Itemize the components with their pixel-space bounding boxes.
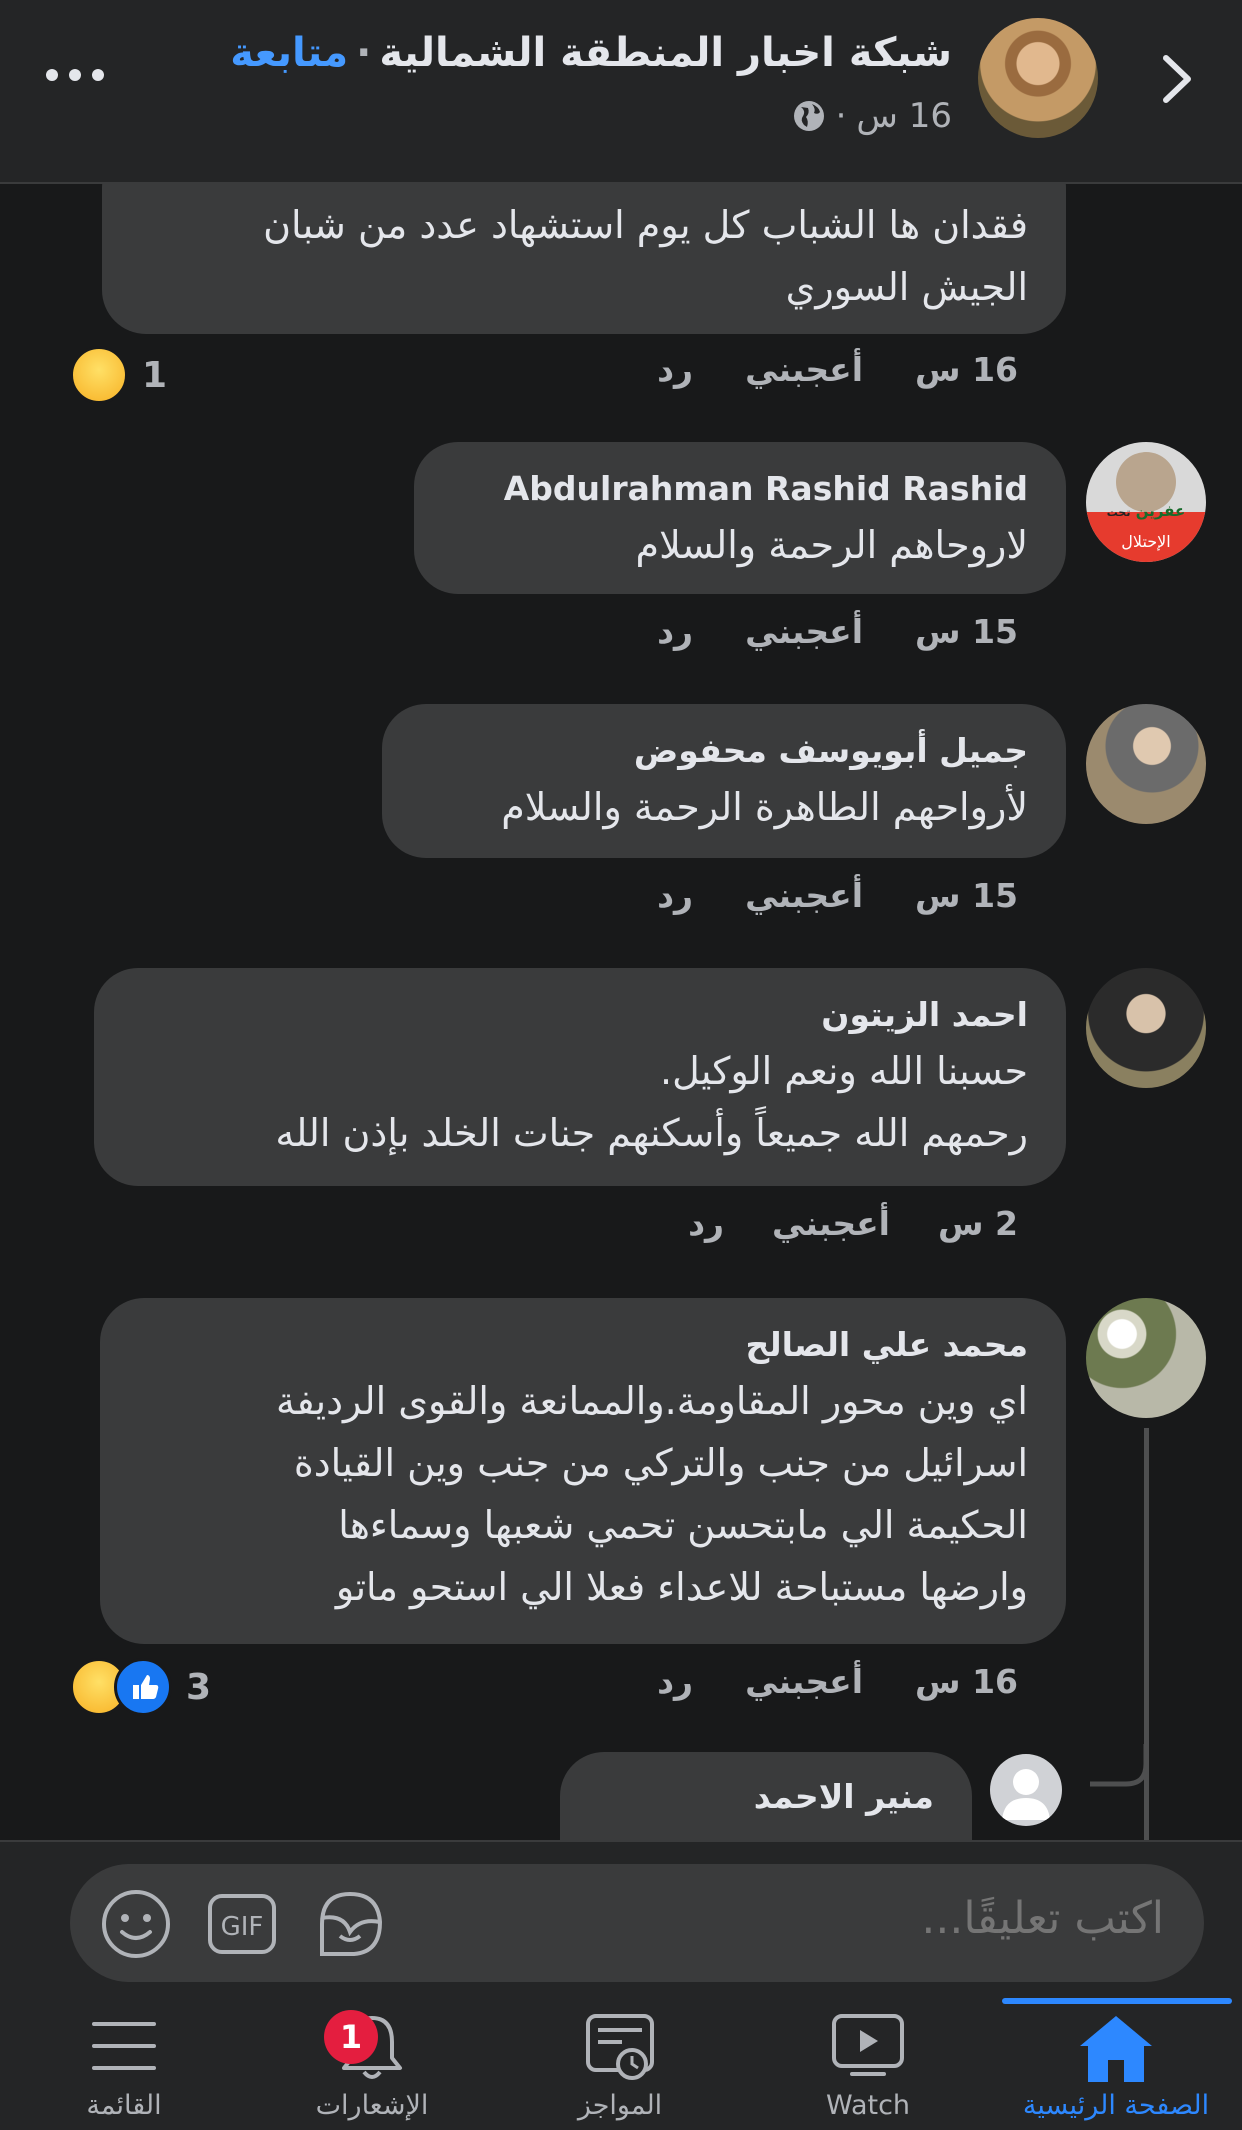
comment-text: لاروحاهم الرحمة والسلام (635, 523, 1028, 567)
default-avatar-icon (1002, 1769, 1050, 1820)
post-time: 16 س (856, 96, 952, 136)
title-separator: · (356, 30, 372, 76)
comment-time: 16 س (915, 350, 1018, 389)
like-button[interactable]: أعجبني (745, 612, 863, 651)
reply-button[interactable]: رد (657, 612, 693, 651)
comment-bubble: جميل أبويوسف محفوض لأرواحهم الطاهرة الرح… (382, 704, 1066, 858)
tab-label: الإشعارات (315, 2090, 429, 2121)
reply-button[interactable]: رد (657, 1662, 693, 1701)
tab-label: المواجز (577, 2090, 663, 2121)
thumbs-up-icon (133, 1675, 159, 1699)
comment-time: 15 س (915, 876, 1018, 915)
comment-actions: 16 س أعجبني رد (657, 350, 1018, 389)
comment-input[interactable] (542, 1892, 1166, 1945)
reply-connector (1090, 1744, 1149, 1787)
comment-author[interactable]: جميل أبويوسف محفوض (420, 726, 1028, 776)
comment-time: 16 س (915, 1662, 1018, 1701)
comment-author[interactable]: منير الاحمد (598, 1772, 934, 1822)
avatar-caption: عفرين تحت (1106, 502, 1186, 520)
reply-button[interactable]: رد (688, 1204, 724, 1243)
tab-watch[interactable]: Watch (758, 1998, 978, 2130)
avatar[interactable] (1086, 1298, 1206, 1418)
smiley-icon (102, 1890, 170, 1958)
comment-composer-bar: GIF (0, 1840, 1242, 2000)
reaction-count: 1 (142, 354, 168, 396)
comment-actions: 15 س أعجبني رد (657, 876, 1018, 915)
tab-label: القائمة (86, 2090, 162, 2121)
tab-home[interactable]: الصفحة الرئيسية (1006, 1998, 1226, 2130)
tab-notifications[interactable]: 1 الإشعارات (262, 1998, 482, 2130)
comment-author[interactable]: محمد علي الصالح (138, 1320, 1028, 1370)
follow-button[interactable]: متابعة (230, 30, 348, 76)
comments-list[interactable]: فقدان ها الشباب كل يوم استشهاد عدد من شب… (0, 184, 1242, 1840)
chevron-right-icon (1163, 55, 1191, 103)
reply-bubble: منير الاحمد (560, 1752, 972, 1840)
comment-author[interactable]: Abdulrahman Rashid Rashid (452, 464, 1028, 514)
like-button[interactable]: أعجبني (745, 876, 863, 915)
like-button[interactable]: أعجبني (745, 1662, 863, 1701)
home-icon (1080, 2016, 1152, 2082)
sticker-icon (320, 1891, 383, 1956)
tab-label: Watch (825, 2090, 911, 2121)
like-button[interactable]: أعجبني (772, 1204, 890, 1243)
bottom-tab-bar: الصفحة الرئيسية Watch المواجز 1 الإشعارا… (0, 1998, 1242, 2130)
comment-text: اي وين محور المقاومة.والممانعة والقوى ال… (275, 1379, 1028, 1609)
comment-bubble: محمد علي الصالح اي وين محور المقاومة.وال… (100, 1298, 1066, 1644)
header-title: شبكة اخبار المنطقة الشمالية·متابعة (230, 30, 952, 76)
tab-label: الصفحة الرئيسية (1022, 2090, 1210, 2121)
emoji-button[interactable] (100, 1888, 172, 1960)
comment-text: حسبنا الله ونعم الوكيل. رحمهم الله جميعا… (275, 1049, 1028, 1155)
comment-bubble: فقدان ها الشباب كل يوم استشهاد عدد من شب… (102, 184, 1066, 334)
page-avatar[interactable] (978, 18, 1098, 138)
notification-badge: 1 (324, 2010, 378, 2064)
meta-separator: · (835, 96, 847, 136)
menu-icon (92, 2022, 156, 2070)
comment-time: 15 س (915, 612, 1018, 651)
tab-menu[interactable]: القائمة (14, 1998, 234, 2130)
comment-text: لأرواحهم الطاهرة الرحمة والسلام (501, 785, 1028, 829)
avatar-caption-2: الإحتلال (1121, 532, 1171, 551)
comment-author[interactable]: احمد الزيتون (132, 990, 1028, 1040)
comment-actions: 16 س أعجبني رد (657, 1662, 1018, 1701)
tab-feeds[interactable]: المواجز (510, 1998, 730, 2130)
comment-bubble: Abdulrahman Rashid Rashid لاروحاهم الرحم… (414, 442, 1066, 594)
more-options-button[interactable] (40, 60, 110, 90)
svg-text:GIF: GIF (221, 1912, 264, 1942)
comment-actions: 15 س أعجبني رد (657, 612, 1018, 651)
reactions[interactable]: 1 (70, 346, 167, 404)
like-button[interactable]: أعجبني (745, 350, 863, 389)
globe-icon (793, 101, 824, 131)
comment-text: فقدان ها الشباب كل يوم استشهاد عدد من شب… (263, 203, 1028, 309)
feeds-icon (586, 2014, 654, 2080)
reply-button[interactable]: رد (657, 876, 693, 915)
post-header: شبكة اخبار المنطقة الشمالية·متابعة 16 س … (0, 0, 1242, 184)
comment-composer: GIF (70, 1864, 1204, 1982)
reactions[interactable]: 3 (70, 1658, 211, 1716)
back-button[interactable] (1144, 44, 1214, 114)
comment-actions: 2 س أعجبني رد (688, 1204, 1018, 1243)
gif-button[interactable]: GIF (206, 1888, 278, 1960)
sticker-button[interactable] (314, 1888, 386, 1960)
reaction-count: 3 (186, 1666, 212, 1708)
page-name[interactable]: شبكة اخبار المنطقة الشمالية (379, 30, 952, 76)
gif-icon: GIF (208, 1894, 276, 1954)
post-meta: 16 س · (792, 96, 952, 136)
reply-avatar[interactable] (990, 1754, 1062, 1826)
avatar[interactable] (1086, 968, 1206, 1088)
watch-icon (832, 2014, 904, 2076)
comment-bubble: احمد الزيتون حسبنا الله ونعم الوكيل. رحم… (94, 968, 1066, 1186)
avatar[interactable]: عفرين تحت الإحتلال (1086, 442, 1206, 562)
avatar[interactable] (1086, 704, 1206, 824)
haha-reaction-icon (70, 346, 128, 404)
more-icon (46, 69, 104, 81)
like-reaction-icon (114, 1658, 172, 1716)
reply-button[interactable]: رد (657, 350, 693, 389)
comment-time: 2 س (938, 1204, 1018, 1243)
